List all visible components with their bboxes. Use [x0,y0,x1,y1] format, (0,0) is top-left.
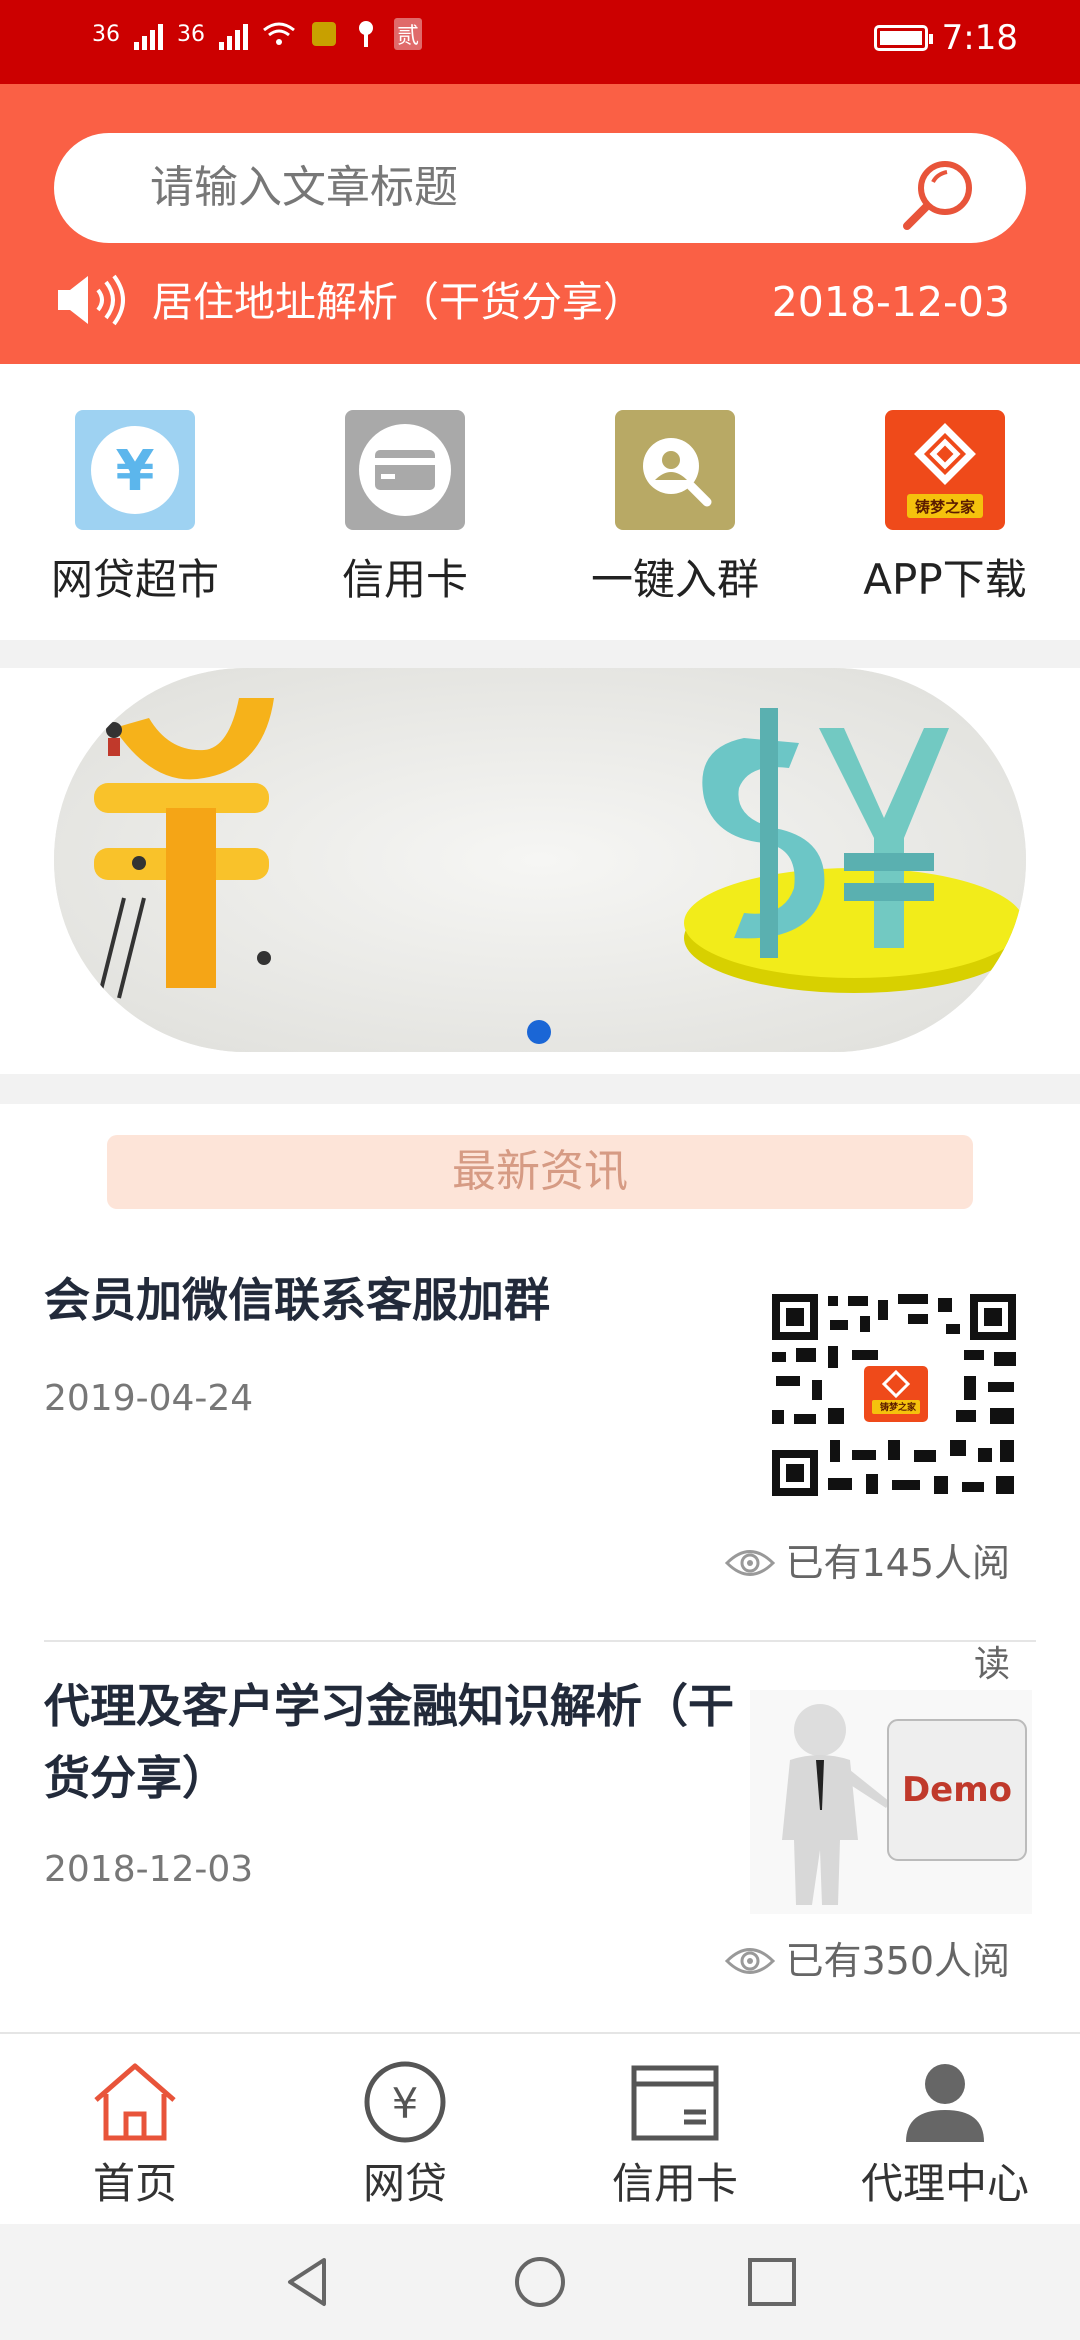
news-thumbnail-qr [768,1290,1020,1500]
tab-credit-card[interactable]: 信用卡 [540,2060,810,2212]
home-icon [90,2060,180,2144]
recents-icon[interactable] [744,2254,800,2310]
tab-agent-center[interactable]: 代理中心 [810,2060,1080,2212]
read-count: 已有145人阅 [725,1538,1010,1588]
status-bar: 36 36 贰 7:18 [0,0,1080,84]
section-gap [0,640,1080,668]
status-time: 7:18 [941,18,1018,58]
back-icon[interactable] [280,2254,336,2310]
quick-menu-label: 一键入群 [590,555,759,604]
read-count: 已有350人阅 [725,1936,1010,1986]
home-nav-icon[interactable] [512,2254,568,2310]
status-badge: 贰 [394,18,423,50]
tab-label: 网贷 [362,2159,447,2208]
search-placeholder: 请输入文章标题 [150,162,458,213]
speaker-icon [58,274,125,326]
quick-menu-join-group[interactable]: 一键入群 [540,410,810,608]
signal-icon-2 [219,18,248,50]
news-title[interactable]: 代理及客户学习金融知识解析（干货分享） [44,1670,744,1814]
app-logo-text: 铸梦之家 [914,498,975,516]
qr-logo-text: 铸梦之家 [879,1403,916,1413]
sim-icon [312,22,336,46]
quick-menu-label: APP下载 [863,555,1027,604]
battery-icon [873,25,933,51]
quick-menu-app-download[interactable]: 铸梦之家 APP下载 [810,410,1080,608]
banner-image [54,668,1026,1052]
key-icon [359,21,373,47]
tab-label: 首页 [92,2159,177,2208]
group-search-icon [615,410,735,530]
read-count-text: 已有350人阅 [785,1939,1010,1983]
signal-label-1: 36 [92,21,120,47]
signal-label-2: 36 [177,21,205,47]
tab-label: 信用卡 [611,2159,738,2208]
app-logo-icon: 铸梦之家 [885,410,1005,530]
news-date: 2019-04-24 [44,1378,254,1419]
card-icon [630,2060,720,2144]
svg-text:¥: ¥ [116,439,155,504]
quick-menu-label: 信用卡 [341,555,468,604]
quick-menu-loan-market[interactable]: ¥ 网贷超市 [0,410,270,608]
person-icon [900,2060,990,2144]
tab-loan[interactable]: ¥ 网贷 [270,2060,540,2212]
divider [44,1640,1036,1642]
quick-menu-credit-card[interactable]: 信用卡 [270,410,540,608]
credit-card-icon [345,410,465,530]
eye-icon [725,1550,776,1576]
quick-menu-label: 网贷超市 [50,555,219,604]
news-title[interactable]: 会员加微信联系客服加群 [44,1264,744,1336]
news-date: 2018-12-03 [44,1849,254,1890]
read-count-text: 已有145人阅 [785,1541,1010,1585]
carousel-indicator[interactable] [527,1020,551,1044]
eye-icon [725,1948,776,1974]
notice-text[interactable]: 居住地址解析（干货分享） [152,272,644,332]
yuan-circle-icon: ¥ [360,2060,450,2144]
news-section-title: 最新资讯 [452,1146,628,1197]
notice-date: 2018-12-03 [771,278,1010,326]
yuan-icon: ¥ [75,410,195,530]
system-nav-bar [0,2224,1080,2340]
signal-icon [134,18,163,50]
svg-text:¥: ¥ [392,2079,419,2128]
tab-label: 代理中心 [860,2159,1029,2208]
search-icon[interactable] [895,152,981,238]
wifi-icon [263,22,295,45]
tab-home[interactable]: 首页 [0,2060,270,2212]
banner-carousel[interactable] [54,668,1026,1052]
section-gap [0,1074,1080,1104]
demo-thumb-text: Demo [901,1770,1013,1810]
